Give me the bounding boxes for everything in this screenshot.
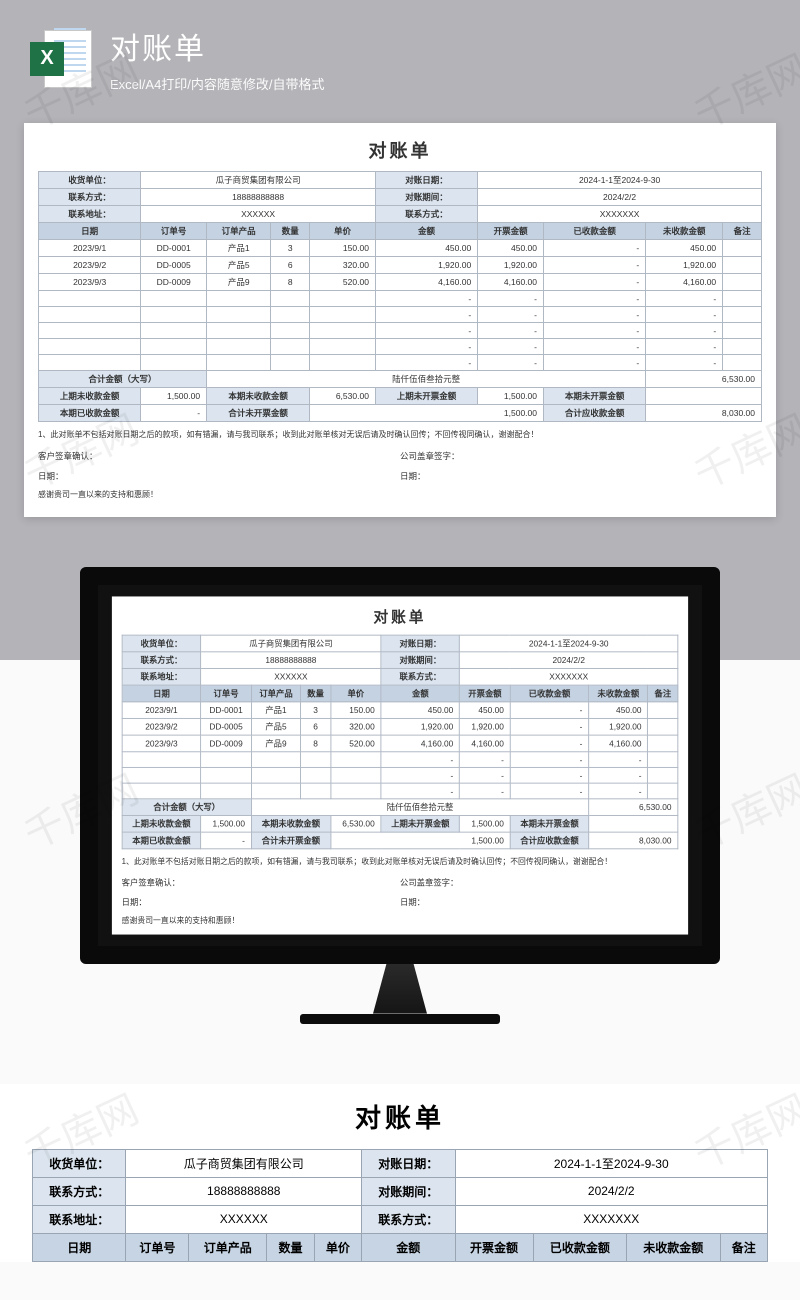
company-sign-label: 公司盖章签字：	[400, 450, 762, 462]
statement-table-zoom: 收货单位：瓜子商贸集团有限公司对账日期：2024-1-1至2024-9-30 联…	[32, 1149, 768, 1262]
page-title: 对账单	[110, 24, 770, 68]
monitor-mockup: 对账单 收货单位：瓜子商贸集团有限公司对账日期：2024-1-1至2024-9-…	[80, 567, 720, 1024]
customer-sign-label: 客户签章确认：	[38, 450, 400, 462]
table-row: 2023/9/2DD-0005产品56320.001,920.001,920.0…	[39, 257, 762, 274]
template-preview-zoom: 对账单 收货单位：瓜子商贸集团有限公司对账日期：2024-1-1至2024-9-…	[0, 1084, 800, 1262]
sheet-title: 对账单	[38, 137, 762, 163]
footnote: 1、此对账单不包括对账日期之后的款项，如有错漏，请与我司联系；收到此对账单核对无…	[38, 428, 762, 442]
page-header: X 对账单 Excel/A4打印/内容随意修改/自带格式	[0, 0, 800, 111]
table-row: 2023/9/3DD-0009产品98520.004,160.004,160.0…	[39, 274, 762, 291]
statement-table: 收货单位：瓜子商贸集团有限公司 对账日期：2024-1-1至2024-9-30 …	[38, 171, 762, 422]
thanks-note: 感谢贵司一直以来的支持和惠顾！	[38, 488, 762, 502]
date-label: 日期：	[38, 470, 400, 482]
excel-x-icon: X	[30, 42, 64, 76]
excel-file-icon: X	[30, 28, 92, 90]
table-row: 2023/9/1DD-0001产品13150.00450.00450.00-45…	[39, 240, 762, 257]
template-preview-flat: 对账单 收货单位：瓜子商贸集团有限公司 对账日期：2024-1-1至2024-9…	[24, 123, 776, 517]
page-subtitle: Excel/A4打印/内容随意修改/自带格式	[110, 74, 770, 93]
sheet-title: 对账单	[32, 1098, 768, 1135]
date-label: 日期：	[400, 470, 762, 482]
